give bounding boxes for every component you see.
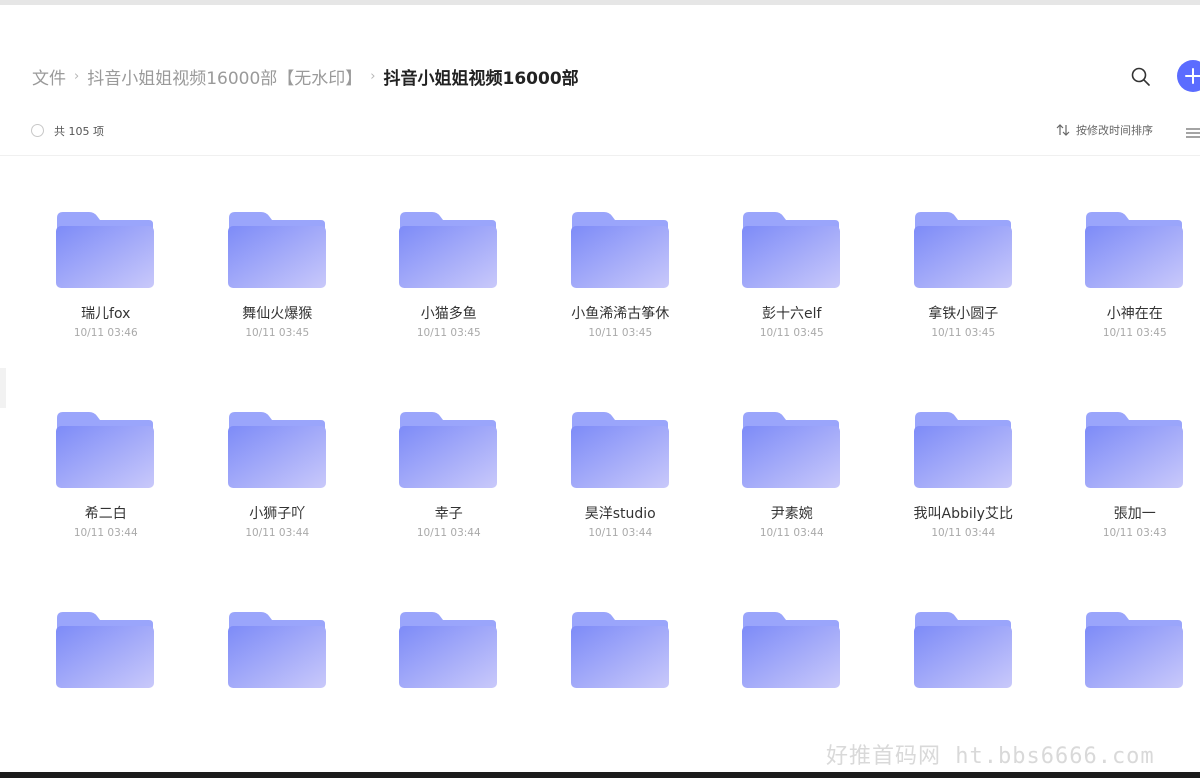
folder-name: 拿铁小圆子 (928, 306, 999, 322)
folder-icon (913, 212, 1012, 288)
folder-icon (227, 212, 326, 288)
folder-item[interactable]: 橘子奶奶10/11 03:47 (363, 156, 535, 209)
folder-item[interactable]: 彭十六elf 10/11 03:45 (706, 209, 878, 409)
folder-modified-time: 10/11 03:45 (931, 327, 996, 339)
window-top-bar (0, 0, 1200, 5)
folder-item[interactable]: 热可可10/11 03:46 (535, 156, 707, 209)
folder-icon (56, 212, 154, 288)
folder-grid: 牛奶番茄10/11 03:47沙特阿拉白公主10/11 03:47橘子奶奶10/… (20, 156, 1200, 772)
folder-icon (742, 612, 840, 688)
folder-modified-time: 10/11 03:43 (1102, 527, 1167, 539)
plus-icon (1185, 68, 1200, 84)
folder-icon (56, 412, 154, 488)
folder-modified-time: 10/11 03:45 (416, 327, 481, 339)
folder-modified-time: 10/11 03:45 (245, 327, 310, 339)
folder-item[interactable]: 苏北北10/11 03:46 (1049, 156, 1200, 209)
folder-modified-time: 10/11 03:45 (759, 327, 824, 339)
folder-icon (742, 212, 840, 288)
folder-item[interactable]: 昊洋studio 10/11 03:44 (535, 409, 707, 609)
folder-icon (56, 612, 154, 688)
folder-icon (570, 612, 669, 688)
folder-item[interactable] (192, 609, 364, 772)
folder-item[interactable]: 小狮子吖 10/11 03:44 (192, 409, 364, 609)
folder-name: 我叫Abbily艾比 (913, 506, 1013, 522)
folder-item[interactable]: 舞仙火爆猴 10/11 03:45 (192, 209, 364, 409)
folder-modified-time: 10/11 03:44 (588, 527, 653, 539)
side-handle[interactable] (0, 368, 6, 408)
sort-arrows-icon (1056, 124, 1070, 136)
folder-name: 小神在在 (1106, 306, 1163, 322)
view-toggle-button[interactable] (1186, 124, 1200, 143)
folder-grid-viewport[interactable]: 牛奶番茄10/11 03:47沙特阿拉白公主10/11 03:47橘子奶奶10/… (0, 156, 1200, 772)
folder-icon (913, 412, 1012, 488)
breadcrumb-item-files[interactable]: 文件 (32, 64, 66, 89)
folder-icon (399, 412, 497, 488)
item-count: 共 105 项 (54, 125, 104, 138)
folder-name: 瑞儿fox (81, 306, 131, 322)
add-button[interactable] (1177, 60, 1200, 92)
folder-icon (913, 612, 1012, 688)
list-toolbar: 共 105 项 按修改时间排序 (0, 118, 1200, 146)
folder-modified-time: 10/11 03:44 (245, 527, 310, 539)
folder-name: 彭十六elf (762, 306, 822, 322)
folder-item[interactable]: 幸子 10/11 03:44 (363, 409, 535, 609)
watermark: 好推首码网 ht.bbs6666.com (826, 744, 1155, 769)
folder-modified-time: 10/11 03:44 (759, 527, 824, 539)
list-view-icon (1186, 128, 1200, 138)
taskbar (0, 772, 1200, 778)
folder-item[interactable] (363, 609, 535, 772)
folder-item[interactable]: 牛奶番茄10/11 03:47 (20, 156, 192, 209)
folder-item[interactable]: 小猫多鱼 10/11 03:45 (363, 209, 535, 409)
breadcrumb-current-folder: 抖音小姐姐视频16000部 (383, 69, 579, 89)
header: 文件 › 抖音小姐姐视频16000部【无水印】 › 抖音小姐姐视频16000部 (0, 52, 1200, 100)
folder-modified-time: 10/11 03:44 (416, 527, 481, 539)
folder-icon (570, 412, 669, 488)
folder-icon (227, 612, 326, 688)
folder-icon (399, 612, 497, 688)
folder-item[interactable] (535, 609, 707, 772)
folder-modified-time: 10/11 03:44 (73, 527, 138, 539)
folder-item[interactable]: 希二白 10/11 03:44 (20, 409, 192, 609)
folder-item[interactable]: 尹素婉 10/11 03:44 (706, 409, 878, 609)
folder-item[interactable]: 拿铁小圆子 10/11 03:45 (878, 209, 1050, 409)
search-icon (1131, 67, 1150, 86)
folder-item[interactable] (20, 609, 192, 772)
select-all-checkbox[interactable] (31, 124, 44, 137)
folder-name: 希二白 (84, 506, 127, 522)
folder-item[interactable]: 沙特阿拉白公主10/11 03:47 (192, 156, 364, 209)
folder-item[interactable]: 小鱼浠浠古筝休 10/11 03:45 (535, 209, 707, 409)
folder-item[interactable]: 張加一 10/11 03:43 (1049, 409, 1200, 609)
folder-item[interactable]: 汉服攻略10/11 03:46 (706, 156, 878, 209)
sort-label: 按修改时间排序 (1076, 124, 1153, 137)
folder-item[interactable]: 我叫Abbily艾比 10/11 03:44 (878, 409, 1050, 609)
folder-name: 小鱼浠浠古筝休 (571, 306, 670, 322)
folder-icon (570, 212, 669, 288)
folder-modified-time: 10/11 03:44 (931, 527, 996, 539)
folder-item[interactable]: 瑞儿fox 10/11 03:46 (20, 209, 192, 409)
folder-name: 張加一 (1113, 506, 1156, 522)
folder-modified-time: 10/11 03:45 (1102, 327, 1167, 339)
folder-name: 尹素婉 (770, 506, 813, 522)
folder-icon (1085, 612, 1183, 688)
folder-name: 昊洋studio (584, 506, 656, 522)
folder-icon (1085, 412, 1183, 488)
folder-item[interactable]: 美大宝10/11 03:46 (878, 156, 1050, 209)
folder-item[interactable]: 小神在在 10/11 03:45 (1049, 209, 1200, 409)
breadcrumb-item-parent-folder[interactable]: 抖音小姐姐视频16000部【无水印】 (87, 64, 362, 89)
sort-button[interactable]: 按修改时间排序 (1056, 122, 1153, 138)
search-button[interactable] (1128, 64, 1154, 90)
folder-icon (399, 212, 497, 288)
folder-name: 幸子 (434, 506, 463, 522)
folder-icon (742, 412, 840, 488)
folder-name: 小狮子吖 (249, 506, 306, 522)
folder-modified-time: 10/11 03:45 (588, 327, 653, 339)
folder-modified-time: 10/11 03:46 (73, 327, 138, 339)
breadcrumb: 文件 › 抖音小姐姐视频16000部【无水印】 › 抖音小姐姐视频16000部 (32, 64, 579, 89)
folder-name: 舞仙火爆猴 (242, 306, 313, 322)
folder-icon (227, 412, 326, 488)
breadcrumb-separator: › (74, 69, 80, 84)
folder-name: 小猫多鱼 (420, 306, 477, 322)
breadcrumb-separator: › (370, 69, 376, 84)
folder-icon (1085, 212, 1183, 288)
